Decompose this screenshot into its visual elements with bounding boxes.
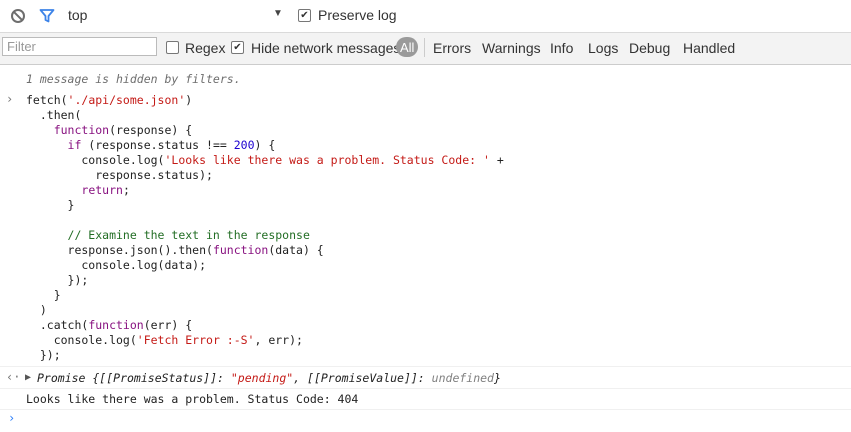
filter-input[interactable] [2, 37, 157, 56]
prompt-chevron-icon: › [8, 411, 16, 425]
code-line: }); [26, 348, 61, 362]
code-line: fetch('./api/some.json') [26, 93, 193, 107]
promise-status: "pending" [230, 371, 294, 385]
code-line: }); [26, 273, 89, 287]
level-logs-button[interactable]: Logs [588, 40, 618, 56]
promise-mid: , [[PromiseValue]]: [293, 371, 432, 385]
promise-prefix: Promise {[[PromiseStatus]]: [37, 371, 231, 385]
level-all-button[interactable]: All [396, 37, 419, 57]
log-message: Looks like there was a problem. Status C… [26, 392, 359, 406]
code-line: // Examine the text in the response [26, 228, 310, 242]
regex-label[interactable]: Regex [185, 40, 225, 56]
console-output: 1 message is hidden by filters. › fetch(… [0, 64, 851, 432]
level-debug-button[interactable]: Debug [629, 40, 670, 56]
preserve-log-label[interactable]: Preserve log [318, 7, 397, 23]
promise-result[interactable]: Promise {[[PromiseStatus]]: "pending", [… [37, 371, 501, 386]
code-line: .catch(function(err) { [26, 318, 193, 332]
result-row: ‹· ▶ Promise {[[PromiseStatus]]: "pendin… [0, 366, 851, 389]
log-message-row: Looks like there was a problem. Status C… [0, 388, 851, 410]
level-errors-button[interactable]: Errors [433, 40, 471, 56]
clear-console-icon[interactable] [9, 7, 27, 25]
console-top-toolbar: top ▼ ✔ Preserve log [0, 0, 851, 32]
code-line: console.log('Looks like there was a prob… [26, 153, 504, 167]
code-line: .then( [26, 108, 82, 122]
regex-checkbox[interactable] [166, 41, 179, 54]
promise-suffix: } [493, 371, 501, 385]
toolbar-divider [424, 38, 425, 57]
code-line: response.status); [26, 168, 213, 182]
preserve-log-checkbox[interactable]: ✔ [298, 9, 311, 22]
hidden-messages-notice: 1 message is hidden by filters. [26, 72, 241, 86]
code-line: ) [26, 303, 47, 317]
level-handled-button[interactable]: Handled [683, 40, 735, 56]
hide-network-label[interactable]: Hide network messages [251, 40, 400, 56]
hide-network-checkbox[interactable]: ✔ [231, 41, 244, 54]
code-line: function(response) { [53, 123, 193, 137]
code-line: if (response.status !== 200) { [67, 138, 276, 152]
code-line: response.json().then(function(data) { [26, 243, 324, 257]
code-line: console.log('Fetch Error :-S', err); [26, 333, 303, 347]
code-line: console.log(data); [26, 258, 207, 272]
code-line: return; [81, 183, 130, 197]
code-line: } [26, 288, 61, 302]
promise-value: undefined [431, 371, 494, 385]
expand-triangle-icon[interactable]: ▶ [25, 370, 31, 385]
level-warnings-button[interactable]: Warnings [482, 40, 541, 56]
level-info-button[interactable]: Info [550, 40, 573, 56]
code-input: fetch('./api/some.json') .then( function… [26, 93, 504, 363]
funnel-icon[interactable] [38, 7, 56, 25]
context-selector[interactable]: top [68, 7, 87, 23]
code-line: } [26, 198, 75, 212]
result-arrow-icon: ‹· [6, 370, 21, 384]
chevron-down-icon[interactable]: ▼ [273, 8, 283, 19]
input-chevron-icon: › [6, 92, 14, 106]
console-prompt-row[interactable]: › [0, 409, 851, 431]
